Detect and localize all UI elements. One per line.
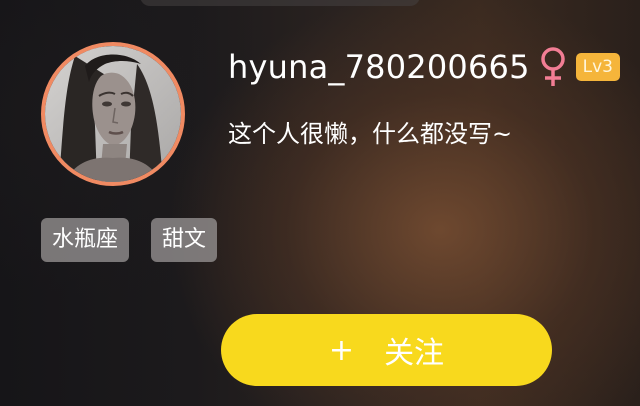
top-handle (140, 0, 420, 6)
avatar[interactable] (41, 42, 185, 186)
level-badge: Lv3 (575, 53, 620, 81)
tag-genre[interactable]: 甜文 (151, 218, 218, 262)
plus-icon: + (328, 332, 355, 368)
bio-text: 这个人很懒，什么都没写~ (228, 120, 513, 148)
username: hyuna_780200665 (228, 48, 530, 86)
profile-header: hyuna_780200665 Lv3 (228, 44, 620, 90)
female-symbol-icon (538, 46, 568, 88)
avatar-photo (45, 46, 181, 182)
tag-list: 水瓶座 甜文 (41, 218, 218, 262)
tag-constellation[interactable]: 水瓶座 (41, 218, 130, 262)
follow-button[interactable]: + 关注 (221, 314, 552, 386)
follow-button-label: 关注 (384, 336, 445, 371)
